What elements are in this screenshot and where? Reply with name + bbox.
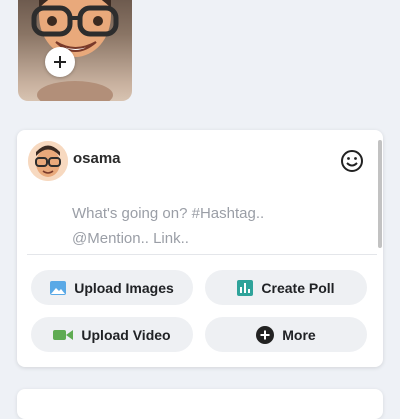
avatar[interactable]	[28, 141, 68, 181]
memoji-avatar	[31, 0, 119, 101]
divider	[27, 254, 377, 255]
create-poll-label: Create Poll	[261, 279, 335, 296]
more-label: More	[282, 326, 316, 343]
plus-icon	[54, 56, 66, 68]
memoji-avatar-small	[28, 141, 68, 181]
add-story-button[interactable]	[45, 47, 75, 77]
create-poll-button[interactable]: Create Poll	[205, 270, 367, 305]
poll-chart-icon	[237, 279, 254, 296]
smiley-icon	[341, 150, 363, 172]
username: osama	[73, 150, 121, 167]
upload-video-label: Upload Video	[81, 326, 171, 343]
scrollbar[interactable]	[378, 140, 382, 248]
next-post-card	[17, 389, 383, 419]
image-icon	[50, 280, 67, 295]
upload-images-label: Upload Images	[74, 279, 174, 296]
story-card[interactable]	[18, 0, 132, 101]
more-button[interactable]: More	[205, 317, 367, 352]
upload-images-button[interactable]: Upload Images	[31, 270, 193, 305]
emoji-button[interactable]	[340, 149, 364, 173]
post-composer: osama What's going on? #Hashtag.. @Menti…	[17, 130, 383, 367]
upload-video-button[interactable]: Upload Video	[31, 317, 193, 352]
post-text-input[interactable]: What's going on? #Hashtag.. @Mention.. L…	[72, 201, 312, 251]
plus-circle-icon	[256, 325, 275, 344]
video-camera-icon	[53, 329, 74, 340]
